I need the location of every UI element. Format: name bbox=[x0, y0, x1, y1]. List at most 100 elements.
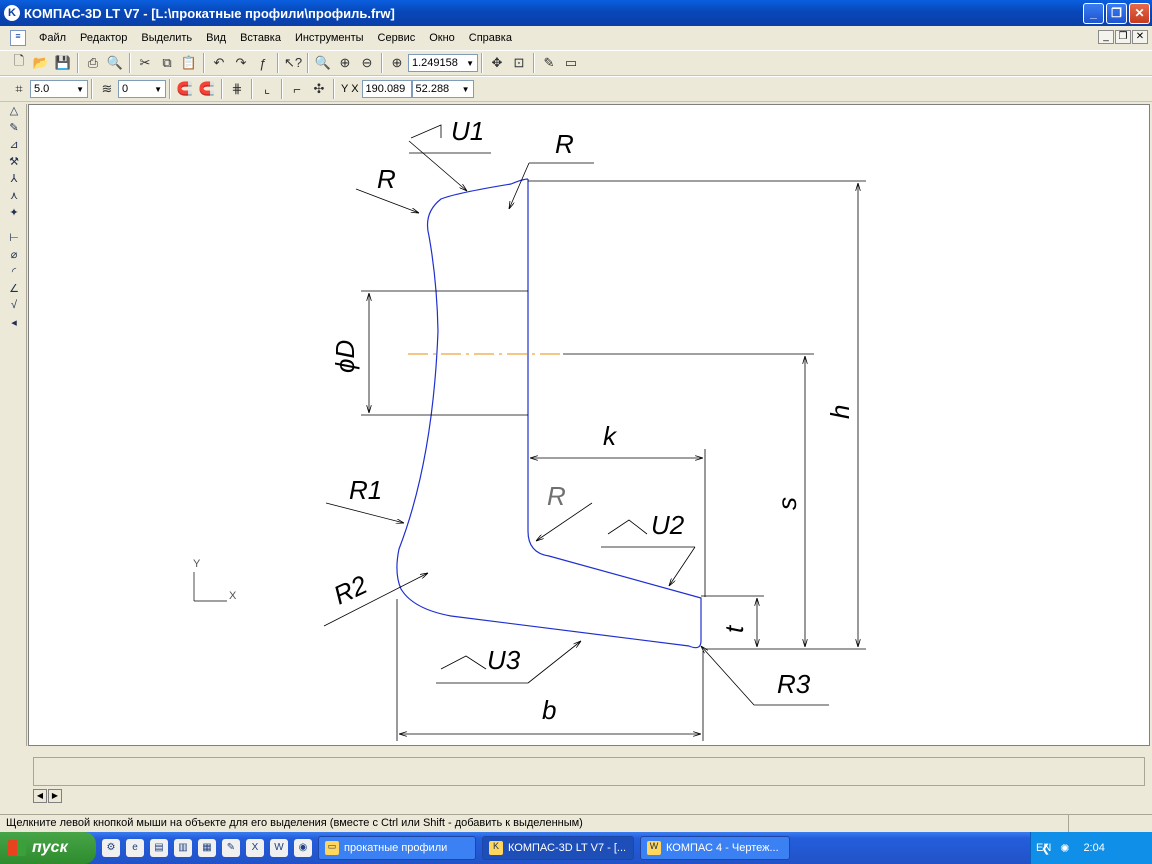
mdi-controls: _ ❐ ✕ bbox=[1098, 30, 1148, 44]
status-bar: Щелкните левой кнопкой мыши на объекте д… bbox=[0, 814, 1152, 833]
task-folder[interactable]: ▭ прокатные профили bbox=[318, 836, 476, 860]
cut-icon[interactable]: ✂ bbox=[134, 52, 156, 74]
toolbar-separator bbox=[77, 53, 79, 73]
chevron-down-icon[interactable]: ▼ bbox=[462, 85, 470, 94]
pan-icon[interactable]: ✥ bbox=[486, 52, 508, 74]
linear-dimension-icon[interactable]: ⊢ bbox=[3, 231, 25, 248]
ortho-icon[interactable]: ⌐ bbox=[286, 78, 308, 100]
hammer-icon[interactable]: ⚒ bbox=[3, 155, 25, 172]
task-kompas-word[interactable]: W КОМПАС 4 - Чертеж... bbox=[640, 836, 790, 860]
chevron-down-icon[interactable]: ▼ bbox=[466, 59, 474, 68]
function-icon[interactable]: ƒ bbox=[252, 52, 274, 74]
panel-icon[interactable]: ▭ bbox=[560, 52, 582, 74]
measure-icon[interactable]: ⋏ bbox=[3, 189, 25, 206]
step-field[interactable]: 5.0 ▼ bbox=[30, 80, 88, 98]
menu-window[interactable]: Окно bbox=[422, 32, 462, 44]
zoom-window-icon[interactable]: 🔍 bbox=[312, 52, 334, 74]
menu-service[interactable]: Сервис bbox=[371, 32, 423, 44]
chevron-down-icon[interactable]: ▼ bbox=[154, 85, 162, 94]
local-snap-icon[interactable]: 🧲 bbox=[196, 78, 218, 100]
menu-file[interactable]: Файл bbox=[32, 32, 73, 44]
select-icon[interactable]: ✦ bbox=[3, 206, 25, 223]
mdi-minimize-button[interactable]: _ bbox=[1098, 30, 1114, 44]
step-icon[interactable]: ⌗ bbox=[8, 78, 30, 100]
open-folder-icon[interactable]: 📂 bbox=[30, 52, 52, 74]
layer-icon[interactable]: ≋ bbox=[96, 78, 118, 100]
scroll-right-button[interactable]: ▶ bbox=[48, 789, 62, 803]
quicklaunch-word-icon[interactable]: W bbox=[270, 839, 288, 857]
toolbar-separator bbox=[281, 79, 283, 99]
quicklaunch-ie-icon[interactable]: e bbox=[126, 839, 144, 857]
label-diameter-d: ϕD bbox=[330, 340, 360, 373]
menu-insert[interactable]: Вставка bbox=[233, 32, 288, 44]
save-icon[interactable]: 💾 bbox=[52, 52, 74, 74]
parametrize-icon[interactable]: ⊿ bbox=[3, 138, 25, 155]
zoom-scale-icon[interactable]: ⊕ bbox=[386, 52, 408, 74]
label-b: b bbox=[542, 695, 556, 725]
property-panel bbox=[33, 757, 1145, 786]
radius-dimension-icon[interactable]: ◜ bbox=[3, 265, 25, 282]
axis-x-label: X bbox=[229, 590, 237, 602]
maximize-button[interactable]: ❐ bbox=[1106, 2, 1127, 24]
profile-outline bbox=[396, 178, 702, 649]
paste-icon[interactable]: 📋 bbox=[178, 52, 200, 74]
quicklaunch-gear-icon[interactable]: ⚙ bbox=[102, 839, 120, 857]
quicklaunch-media-icon[interactable]: ◉ bbox=[294, 839, 312, 857]
clock[interactable]: 2:04 bbox=[1083, 842, 1104, 854]
kompas-app-icon[interactable]: K bbox=[4, 5, 20, 21]
language-indicator[interactable]: EN bbox=[1036, 842, 1051, 854]
coord-x-field[interactable]: 190.089 bbox=[361, 80, 412, 98]
help-pointer-icon[interactable]: ↖? bbox=[282, 52, 304, 74]
roughness-icon[interactable]: √ bbox=[3, 299, 25, 316]
geometry-icon[interactable]: △ bbox=[3, 104, 25, 121]
menu-help[interactable]: Справка bbox=[462, 32, 519, 44]
snap-magnet-icon[interactable]: 🧲 bbox=[174, 78, 196, 100]
toolbar-separator bbox=[129, 53, 131, 73]
menu-view[interactable]: Вид bbox=[199, 32, 233, 44]
designations-icon[interactable]: ⅄ bbox=[3, 172, 25, 189]
undo-icon[interactable]: ↶ bbox=[208, 52, 230, 74]
expand-arrow-icon[interactable]: ◂ bbox=[3, 316, 25, 333]
edit-icon[interactable]: ✎ bbox=[3, 121, 25, 138]
quicklaunch-excel-icon[interactable]: X bbox=[246, 839, 264, 857]
zoom-out-icon[interactable]: ⊖ bbox=[356, 52, 378, 74]
mdi-restore-button[interactable]: ❐ bbox=[1115, 30, 1131, 44]
quicklaunch-folder-icon[interactable]: ▤ bbox=[150, 839, 168, 857]
quicklaunch-grid-icon[interactable]: ▦ bbox=[198, 839, 216, 857]
zoom-in-icon[interactable]: ⊕ bbox=[334, 52, 356, 74]
menu-select[interactable]: Выделить bbox=[134, 32, 199, 44]
quicklaunch-far-icon[interactable]: ▥ bbox=[174, 839, 192, 857]
label-k: k bbox=[603, 421, 618, 451]
diameter-dimension-icon[interactable]: ⌀ bbox=[3, 248, 25, 265]
print-preview-icon[interactable]: 🔍 bbox=[104, 52, 126, 74]
toolbar-separator bbox=[381, 53, 383, 73]
mdi-close-button[interactable]: ✕ bbox=[1132, 30, 1148, 44]
quicklaunch-pen-icon[interactable]: ✎ bbox=[222, 839, 240, 857]
scroll-left-button[interactable]: ◀ bbox=[33, 789, 47, 803]
menu-editor[interactable]: Редактор bbox=[73, 32, 134, 44]
show-all-icon[interactable]: ⊡ bbox=[508, 52, 530, 74]
copy-icon[interactable]: ⧉ bbox=[156, 52, 178, 74]
step-value: 5.0 bbox=[34, 83, 50, 95]
tray-app-icon[interactable]: ✺ bbox=[1060, 842, 1069, 855]
document-icon[interactable]: ≡ bbox=[10, 30, 26, 46]
grid-icon[interactable]: ⋕ bbox=[226, 78, 248, 100]
layer-field[interactable]: 0 ▼ bbox=[118, 80, 166, 98]
close-button[interactable]: ✕ bbox=[1129, 2, 1150, 24]
print-icon[interactable]: ⎙ bbox=[82, 52, 104, 74]
task-kompas-active[interactable]: K КОМПАС-3D LT V7 - [... bbox=[482, 836, 634, 860]
start-label: пуск bbox=[32, 839, 68, 856]
coord-y-field[interactable]: 52.288 ▼ bbox=[411, 80, 474, 98]
menu-tools[interactable]: Инструменты bbox=[288, 32, 371, 44]
redo-icon[interactable]: ↷ bbox=[230, 52, 252, 74]
chevron-down-icon[interactable]: ▼ bbox=[76, 85, 84, 94]
cursor-round-icon[interactable]: ✣ bbox=[308, 78, 330, 100]
properties-icon[interactable]: ✎ bbox=[538, 52, 560, 74]
angle-dimension-icon[interactable]: ∠ bbox=[3, 282, 25, 299]
new-document-icon[interactable]: 🗋 bbox=[8, 52, 30, 74]
drawing-canvas[interactable]: U1 R R ϕD h k R U2 R1 s R2 t U3 R3 b Y X bbox=[28, 104, 1150, 746]
zoom-field[interactable]: 1.249158 ▼ bbox=[408, 54, 478, 72]
local-cs-icon[interactable]: ⌞ bbox=[256, 78, 278, 100]
start-button[interactable]: пуск bbox=[0, 832, 96, 864]
minimize-button[interactable]: _ bbox=[1083, 2, 1104, 24]
